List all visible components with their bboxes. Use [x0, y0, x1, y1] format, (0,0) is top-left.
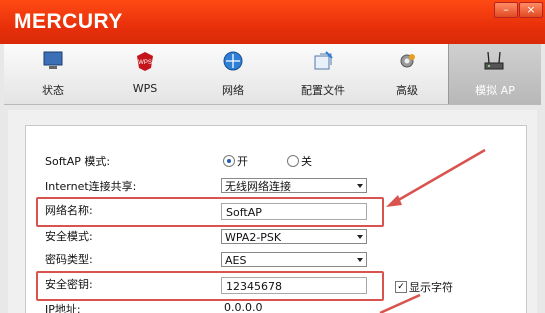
- annotation-arrow-upper: [386, 148, 486, 207]
- annotation-arrows: [379, 148, 486, 313]
- annotation-arrow-lower: [379, 293, 421, 313]
- app-window: MERCURY – × 状态 WPS WPS 网络 配置文件 高级 模拟 AP …: [0, 0, 545, 313]
